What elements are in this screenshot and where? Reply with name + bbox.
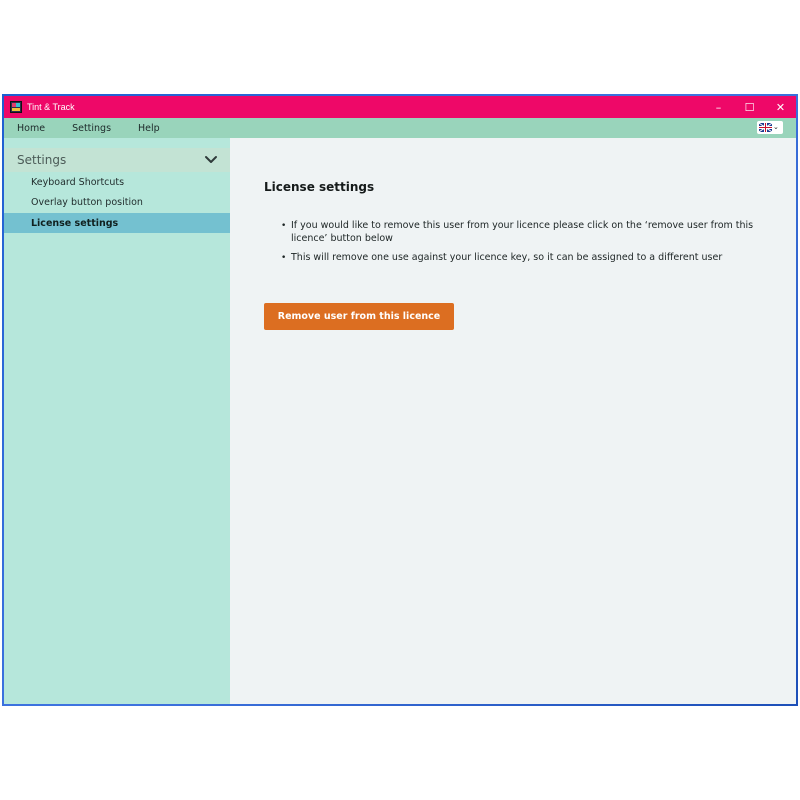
menu-bar: Home Settings Help ⌄ bbox=[4, 118, 796, 138]
uk-flag-icon bbox=[759, 123, 772, 132]
bullet-icon: • bbox=[281, 221, 287, 231]
maximize-button[interactable]: ☐ bbox=[734, 96, 765, 118]
info-text: This will remove one use against your li… bbox=[291, 252, 723, 263]
info-text: If you would like to remove this user fr… bbox=[291, 220, 754, 244]
info-list: • If you would like to remove this user … bbox=[264, 220, 764, 272]
sidebar-section-title: Settings bbox=[17, 153, 67, 167]
sidebar-item-label: License settings bbox=[31, 217, 119, 229]
app-icon bbox=[10, 101, 22, 113]
sidebar-item-keyboard-shortcuts[interactable]: Keyboard Shortcuts bbox=[4, 172, 230, 192]
remove-user-button[interactable]: Remove user from this licence bbox=[264, 303, 454, 330]
language-select[interactable]: ⌄ bbox=[757, 121, 783, 134]
app-window: Tint & Track – ☐ ✕ Home Settings Help ⌄ … bbox=[2, 94, 798, 706]
desktop: Tint & Track – ☐ ✕ Home Settings Help ⌄ … bbox=[0, 0, 800, 800]
window-title: Tint & Track bbox=[27, 102, 75, 112]
page-title: License settings bbox=[264, 180, 375, 194]
sidebar-section-settings[interactable]: Settings bbox=[4, 148, 230, 172]
sidebar-item-license-settings[interactable]: License settings bbox=[4, 213, 230, 233]
menu-settings[interactable]: Settings bbox=[72, 123, 111, 134]
menu-help[interactable]: Help bbox=[138, 123, 160, 134]
sidebar-item-label: Overlay button position bbox=[31, 196, 143, 208]
main-content: License settings • If you would like to … bbox=[230, 138, 796, 704]
window-controls: – ☐ ✕ bbox=[703, 96, 796, 118]
chevron-down-icon bbox=[205, 156, 217, 163]
bullet-icon: • bbox=[281, 253, 287, 263]
menu-home[interactable]: Home bbox=[17, 123, 45, 134]
sidebar-item-overlay-button-position[interactable]: Overlay button position bbox=[4, 192, 230, 212]
chevron-down-icon: ⌄ bbox=[773, 123, 779, 131]
sidebar-item-label: Keyboard Shortcuts bbox=[31, 176, 125, 188]
title-bar[interactable]: Tint & Track – ☐ ✕ bbox=[4, 96, 796, 118]
minimize-button[interactable]: – bbox=[703, 96, 734, 118]
window-body: Tint & Track – ☐ ✕ Home Settings Help ⌄ … bbox=[4, 96, 796, 704]
list-item: • This will remove one use against your … bbox=[264, 252, 764, 265]
sidebar: Settings Keyboard Shortcuts Overlay butt… bbox=[4, 138, 230, 704]
close-button[interactable]: ✕ bbox=[765, 96, 796, 118]
list-item: • If you would like to remove this user … bbox=[264, 220, 764, 245]
